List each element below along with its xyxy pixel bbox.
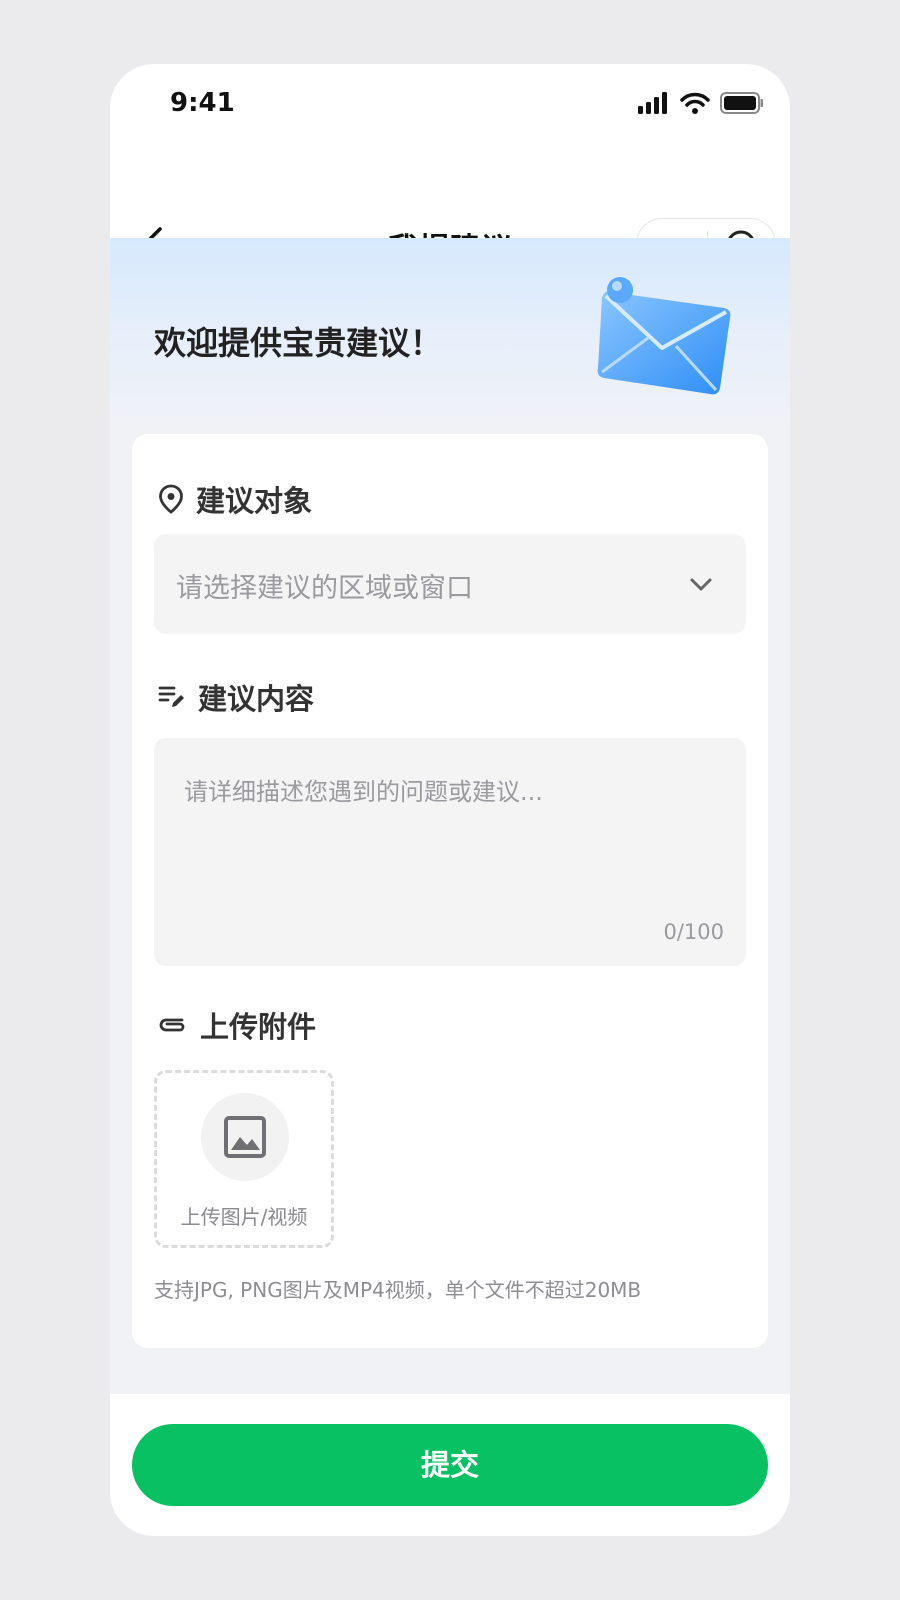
image-icon bbox=[224, 1116, 266, 1158]
suggestion-form-card: 建议对象 请选择建议的区域或窗口 建议内容 请详细描述您遇到的问题或建议... … bbox=[132, 434, 768, 1348]
content-section-header: 建议内容 bbox=[158, 676, 314, 718]
target-select[interactable]: 请选择建议的区域或窗口 bbox=[154, 534, 746, 634]
target-section-header: 建议对象 bbox=[158, 478, 312, 520]
content-placeholder: 请详细描述您遇到的问题或建议... bbox=[184, 778, 543, 806]
chevron-down-icon bbox=[690, 578, 712, 591]
status-time: 9:41 bbox=[170, 88, 235, 118]
submit-button[interactable]: 提交 bbox=[132, 1424, 768, 1506]
status-bar: 9:41 bbox=[110, 64, 790, 152]
signal-icon bbox=[638, 92, 667, 114]
target-label: 建议对象 bbox=[196, 484, 313, 518]
location-pin-icon bbox=[159, 484, 183, 514]
hero-title: 欢迎提供宝贵建议！ bbox=[154, 324, 443, 362]
status-icons bbox=[638, 92, 764, 114]
wifi-icon bbox=[680, 92, 710, 114]
footer-bar: 提交 bbox=[110, 1394, 790, 1536]
target-placeholder: 请选择建议的区域或窗口 bbox=[176, 573, 473, 604]
envelope-icon bbox=[597, 277, 731, 395]
attachment-label: 上传附件 bbox=[200, 1010, 317, 1044]
content-label: 建议内容 bbox=[198, 682, 315, 716]
upload-label: 上传图片/视频 bbox=[180, 1205, 308, 1229]
phone-frame: 9:41 我提建议 bbox=[110, 64, 790, 1536]
edit-list-icon bbox=[158, 686, 184, 707]
content-textarea[interactable]: 请详细描述您遇到的问题或建议... 0/100 bbox=[154, 738, 746, 966]
upload-icon-circle bbox=[201, 1093, 289, 1181]
battery-icon bbox=[720, 92, 763, 114]
attachment-section-header: 上传附件 bbox=[158, 1004, 316, 1046]
upload-hint: 支持JPG, PNG图片及MP4视频，单个文件不超过20MB bbox=[154, 1278, 642, 1302]
hero-banner: 欢迎提供宝贵建议！ bbox=[110, 238, 790, 438]
char-counter: 0/100 bbox=[663, 920, 724, 944]
paperclip-icon bbox=[159, 1018, 185, 1032]
upload-button[interactable]: 上传图片/视频 bbox=[154, 1070, 334, 1248]
